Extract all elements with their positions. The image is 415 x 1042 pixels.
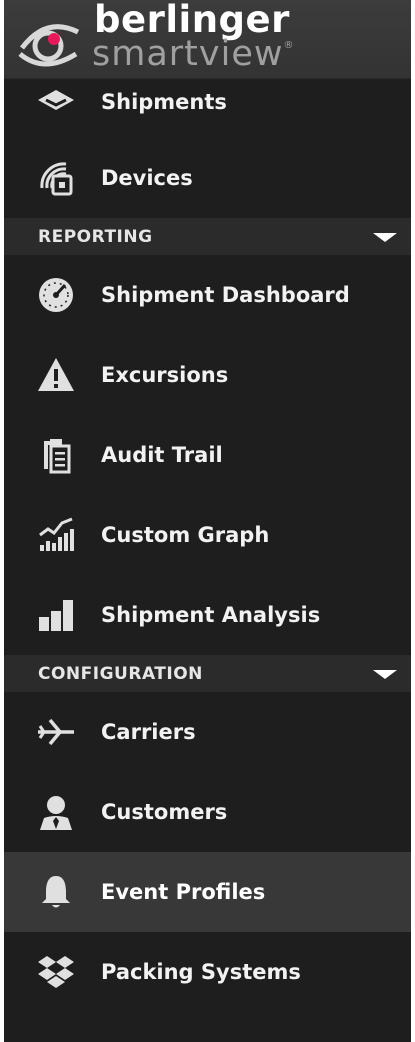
product-name-text: smartview xyxy=(92,34,284,74)
registered-mark: ® xyxy=(283,40,295,51)
menu-list: Shipments Devices REPORTING Shipment Das… xyxy=(4,64,411,1012)
menu-item-label: Devices xyxy=(101,166,193,190)
menu-item-label: Shipment Dashboard xyxy=(101,283,350,307)
menu-item-packing-systems[interactable]: Packing Systems xyxy=(4,932,411,1012)
user-icon xyxy=(36,792,76,832)
menu-item-shipment-analysis[interactable]: Shipment Analysis xyxy=(4,575,411,655)
devices-icon xyxy=(36,158,76,198)
menu-item-customers[interactable]: Customers xyxy=(4,772,411,852)
section-label: REPORTING xyxy=(38,226,153,247)
shipments-icon xyxy=(36,86,76,116)
line-graph-icon xyxy=(36,515,76,555)
bar-chart-icon xyxy=(36,595,76,635)
section-header-reporting[interactable]: REPORTING xyxy=(4,218,411,255)
product-name: smartview® xyxy=(92,34,295,74)
bell-icon xyxy=(36,872,76,912)
menu-item-label: Custom Graph xyxy=(101,523,270,547)
menu-item-label: Shipment Analysis xyxy=(101,603,321,627)
menu-item-label: Audit Trail xyxy=(101,443,223,467)
caret-down-icon xyxy=(373,670,397,679)
menu-item-shipment-dashboard[interactable]: Shipment Dashboard xyxy=(4,255,411,335)
menu-item-event-profiles[interactable]: Event Profiles xyxy=(4,852,411,932)
menu-item-custom-graph[interactable]: Custom Graph xyxy=(4,495,411,575)
menu-item-label: Shipments xyxy=(101,90,227,114)
menu-item-label: Packing Systems xyxy=(101,960,301,984)
app-header: berlinger smartview® xyxy=(4,0,411,79)
menu-item-carriers[interactable]: Carriers xyxy=(4,692,411,772)
warning-icon xyxy=(36,355,76,395)
section-label: CONFIGURATION xyxy=(38,663,203,684)
airplane-icon xyxy=(36,712,76,752)
menu-item-excursions[interactable]: Excursions xyxy=(4,335,411,415)
menu-item-label: Customers xyxy=(101,800,228,824)
menu-item-label: Event Profiles xyxy=(101,880,266,904)
menu-item-label: Carriers xyxy=(101,720,196,744)
sidebar-nav: Shipments Devices REPORTING Shipment Das… xyxy=(4,0,411,1042)
clipboard-icon xyxy=(36,435,76,475)
menu-item-devices[interactable]: Devices xyxy=(4,138,411,218)
dashboard-gauge-icon xyxy=(36,275,76,315)
menu-item-audit-trail[interactable]: Audit Trail xyxy=(4,415,411,495)
dropbox-icon xyxy=(36,952,76,992)
section-header-configuration[interactable]: CONFIGURATION xyxy=(4,655,411,692)
caret-down-icon xyxy=(373,233,397,242)
menu-item-label: Excursions xyxy=(101,363,229,387)
berlinger-logo-icon[interactable] xyxy=(16,14,82,70)
